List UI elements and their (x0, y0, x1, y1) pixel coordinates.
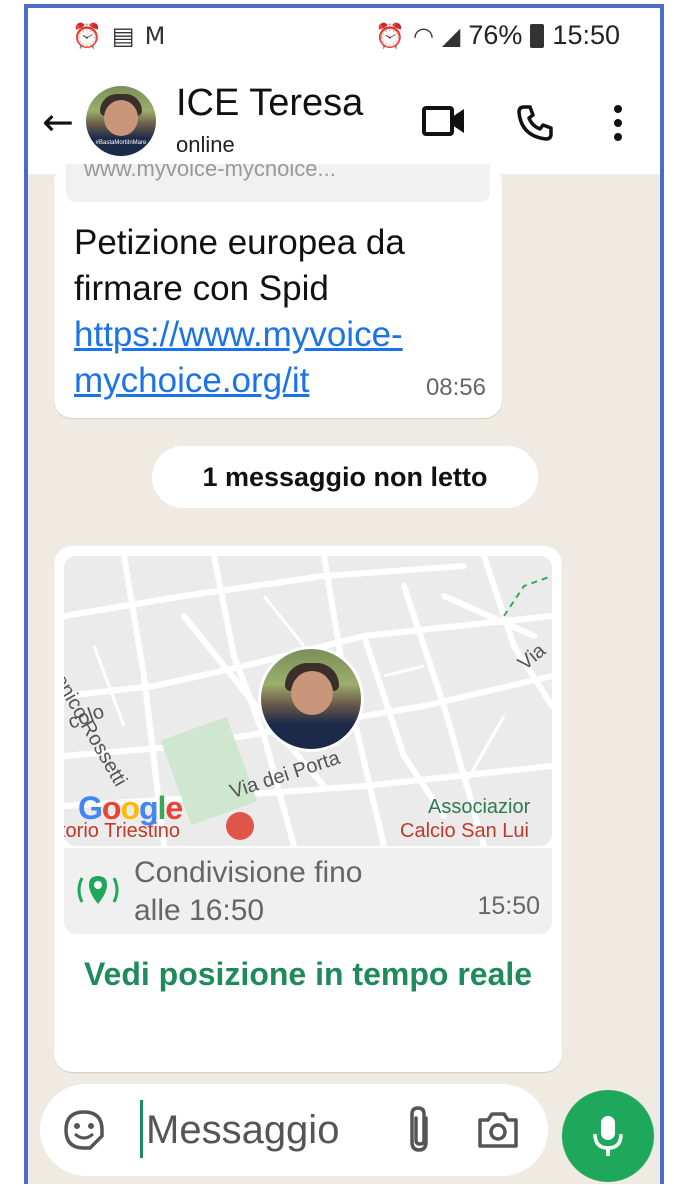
video-call-icon[interactable] (422, 104, 466, 138)
message-time: 08:56 (425, 374, 486, 401)
location-message-time: 15:50 (477, 892, 540, 920)
avatar[interactable]: #BastaMortiInMare (86, 86, 156, 156)
share-text-line1: Condivisione fino (134, 856, 363, 889)
message-input[interactable] (144, 1098, 388, 1162)
contact-name[interactable]: ICE Teresa (176, 82, 363, 125)
link-preview-text: www.myvoice-mychoice... (84, 164, 336, 181)
share-text-line2: alle 16:50 (134, 894, 265, 927)
google-logo: Google (78, 790, 183, 826)
location-message-bubble[interactable]: menico Rossetti colo Via dei Porta Via A… (54, 546, 562, 1072)
phone-screen: ⏰ ▤ M ⏰ ◠ ◢ 76% 15:50 ← #BastaMortiInMar… (24, 4, 664, 1184)
status-time: 15:50 (552, 20, 620, 50)
status-bar: ⏰ ▤ M ⏰ ◠ ◢ 76% 15:50 (28, 8, 660, 74)
message-link[interactable]: https://www.myvoice-mychoice.org/it (74, 312, 484, 404)
message-text: Petizione europea da firmare con Spid ht… (74, 220, 484, 404)
signal-icon: ◢ (441, 21, 461, 50)
camera-icon[interactable] (476, 1110, 520, 1150)
chat-header: ← #BastaMortiInMare ICE Teresa online (28, 74, 660, 174)
map-label-calcio: Calcio San Lui (400, 820, 529, 842)
back-arrow-icon[interactable]: ← (42, 100, 74, 144)
share-text: Condivisione fino alle 16:50 (134, 854, 362, 930)
battery-icon (530, 23, 545, 48)
map-label-associazione: Associazior (428, 796, 531, 818)
battery-percent: 76% (468, 20, 523, 50)
unread-divider: 1 messaggio non letto (152, 446, 538, 508)
status-right: ⏰ ◠ ◢ 76% 15:50 (375, 20, 620, 51)
contact-status: online (176, 132, 235, 157)
alarm-icon: ⏰ (72, 22, 102, 50)
microphone-icon (593, 1116, 623, 1156)
view-live-location-button[interactable]: Vedi posizione in tempo reale (54, 952, 562, 996)
message-input-bar (40, 1084, 548, 1176)
status-left-icons: ⏰ ▤ M (72, 22, 165, 50)
sticker-emoji-icon[interactable] (62, 1108, 106, 1152)
gmail-icon: M (144, 22, 166, 50)
wifi-icon: ◠ (412, 21, 434, 50)
message-body: Petizione europea da firmare con Spid (74, 223, 405, 308)
notes-icon: ▤ (111, 22, 135, 50)
location-avatar (258, 646, 364, 752)
phone-call-icon[interactable] (516, 104, 554, 142)
paperclip-icon[interactable] (396, 1104, 444, 1156)
live-location-pin-icon (77, 876, 119, 904)
live-location-map[interactable]: menico Rossetti colo Via dei Porta Via A… (64, 556, 552, 846)
microphone-button[interactable] (562, 1090, 654, 1182)
message-bubble[interactable]: www.myvoice-mychoice... Petizione europe… (54, 164, 502, 418)
live-share-info: Condivisione fino alle 16:50 15:50 (64, 848, 552, 934)
more-options-icon[interactable] (612, 104, 624, 142)
link-preview[interactable]: www.myvoice-mychoice... (66, 164, 490, 202)
chat-area: www.myvoice-mychoice... Petizione europe… (28, 164, 660, 1184)
text-cursor (140, 1100, 143, 1158)
avatar-banner: #BastaMortiInMare (95, 140, 147, 146)
avatar-face (104, 100, 138, 136)
alarm-icon: ⏰ (375, 21, 405, 50)
location-avatar-face (291, 671, 333, 715)
